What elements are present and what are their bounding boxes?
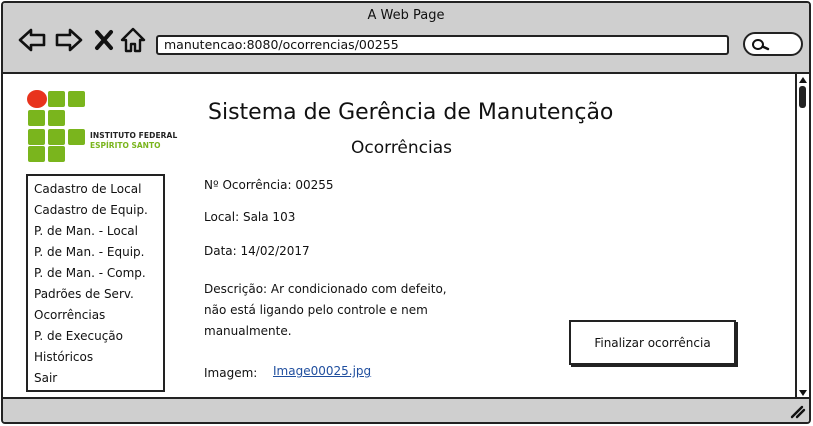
description-line: manualmente. xyxy=(204,324,292,338)
sidebar-menu: Cadastro de Local Cadastro de Equip. P. … xyxy=(26,174,165,392)
description-line: Descrição: Ar condicionado com defeito, xyxy=(204,282,447,296)
scroll-up-arrow-icon[interactable] xyxy=(798,75,808,85)
finalize-occurrence-button[interactable]: Finalizar ocorrência xyxy=(569,320,736,365)
sidebar-item-sair[interactable]: Sair xyxy=(34,368,163,389)
ifes-logo: INSTITUTO FEDERAL ESPÍRITO SANTO xyxy=(27,90,187,162)
sidebar-item-cadastro-local[interactable]: Cadastro de Local xyxy=(34,179,163,200)
occurrence-description: Descrição: Ar condicionado com defeito, … xyxy=(204,279,454,342)
sidebar-item-padroes-serv[interactable]: Padrões de Serv. xyxy=(34,284,163,305)
logo-text-line2: ESPÍRITO SANTO xyxy=(90,141,161,150)
logo-text-line1: INSTITUTO FEDERAL xyxy=(90,131,178,140)
description-line: não está ligando pelo controle e nem xyxy=(204,303,428,317)
occurrence-date: Data: 14/02/2017 xyxy=(204,244,310,258)
logo-red-dot xyxy=(27,90,47,108)
page-subtitle: Ocorrências xyxy=(351,138,453,158)
browser-statusbar xyxy=(3,397,809,422)
home-icon[interactable] xyxy=(120,27,146,53)
forward-arrow-icon[interactable] xyxy=(55,27,83,53)
address-bar[interactable]: manutencao:8080/ocorrencias/00255 xyxy=(156,35,729,55)
occurrence-location: Local: Sala 103 xyxy=(204,210,296,224)
vertical-scrollbar[interactable] xyxy=(795,74,809,399)
browser-window: A Web Page manutencao:8080/ocorrencias/0… xyxy=(1,1,811,424)
sidebar-item-historicos[interactable]: Históricos xyxy=(34,347,163,368)
browser-titlebar: A Web Page manutencao:8080/ocorrencias/0… xyxy=(3,3,809,74)
occurrence-number: Nº Ocorrência: 00255 xyxy=(204,178,334,192)
sidebar-item-man-comp[interactable]: P. de Man. - Comp. xyxy=(34,263,163,284)
resize-grip-icon[interactable] xyxy=(790,405,806,419)
close-stop-icon[interactable] xyxy=(93,27,115,53)
back-arrow-icon[interactable] xyxy=(18,27,46,53)
image-label: Imagem: xyxy=(204,366,258,380)
sidebar-item-man-equip[interactable]: P. de Man. - Equip. xyxy=(34,242,163,263)
sidebar-item-cadastro-equip[interactable]: Cadastro de Equip. xyxy=(34,200,163,221)
search-icon xyxy=(752,39,770,51)
browser-search-box[interactable] xyxy=(743,32,803,56)
page-content: INSTITUTO FEDERAL ESPÍRITO SANTO Sistema… xyxy=(3,74,797,399)
sidebar-item-ocorrencias[interactable]: Ocorrências xyxy=(34,305,163,326)
sidebar-item-execucao[interactable]: P. de Execução xyxy=(34,326,163,347)
window-title: A Web Page xyxy=(367,8,445,23)
page-title: Sistema de Gerência de Manutenção xyxy=(208,100,614,125)
image-file-link[interactable]: Image00025.jpg xyxy=(273,364,371,378)
sidebar-item-man-local[interactable]: P. de Man. - Local xyxy=(34,221,163,242)
scroll-thumb[interactable] xyxy=(799,86,806,108)
